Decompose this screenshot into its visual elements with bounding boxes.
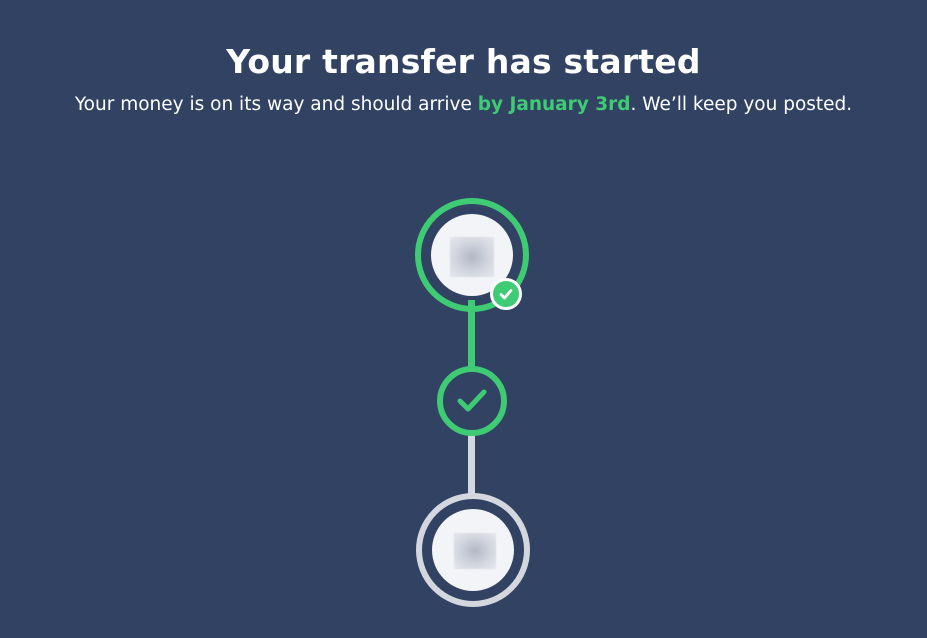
recipient-avatar-image — [454, 533, 496, 569]
page-title: Your transfer has started — [226, 42, 701, 81]
sender-avatar-image — [450, 237, 494, 277]
arrival-date: by January 3rd — [477, 94, 631, 115]
in-transit-node — [437, 366, 507, 436]
sender-completed-badge — [490, 278, 522, 310]
subtitle-text: Your money is on its way and should arri… — [74, 94, 478, 115]
check-icon — [499, 289, 513, 300]
recipient-avatar — [432, 509, 514, 591]
check-icon — [457, 389, 487, 412]
subtitle-text-end: . We’ll keep you posted. — [630, 94, 853, 115]
timeline-connector-pending — [468, 432, 475, 498]
recipient-node — [416, 493, 530, 607]
page-subtitle: Your money is on its way and should arri… — [0, 92, 927, 118]
